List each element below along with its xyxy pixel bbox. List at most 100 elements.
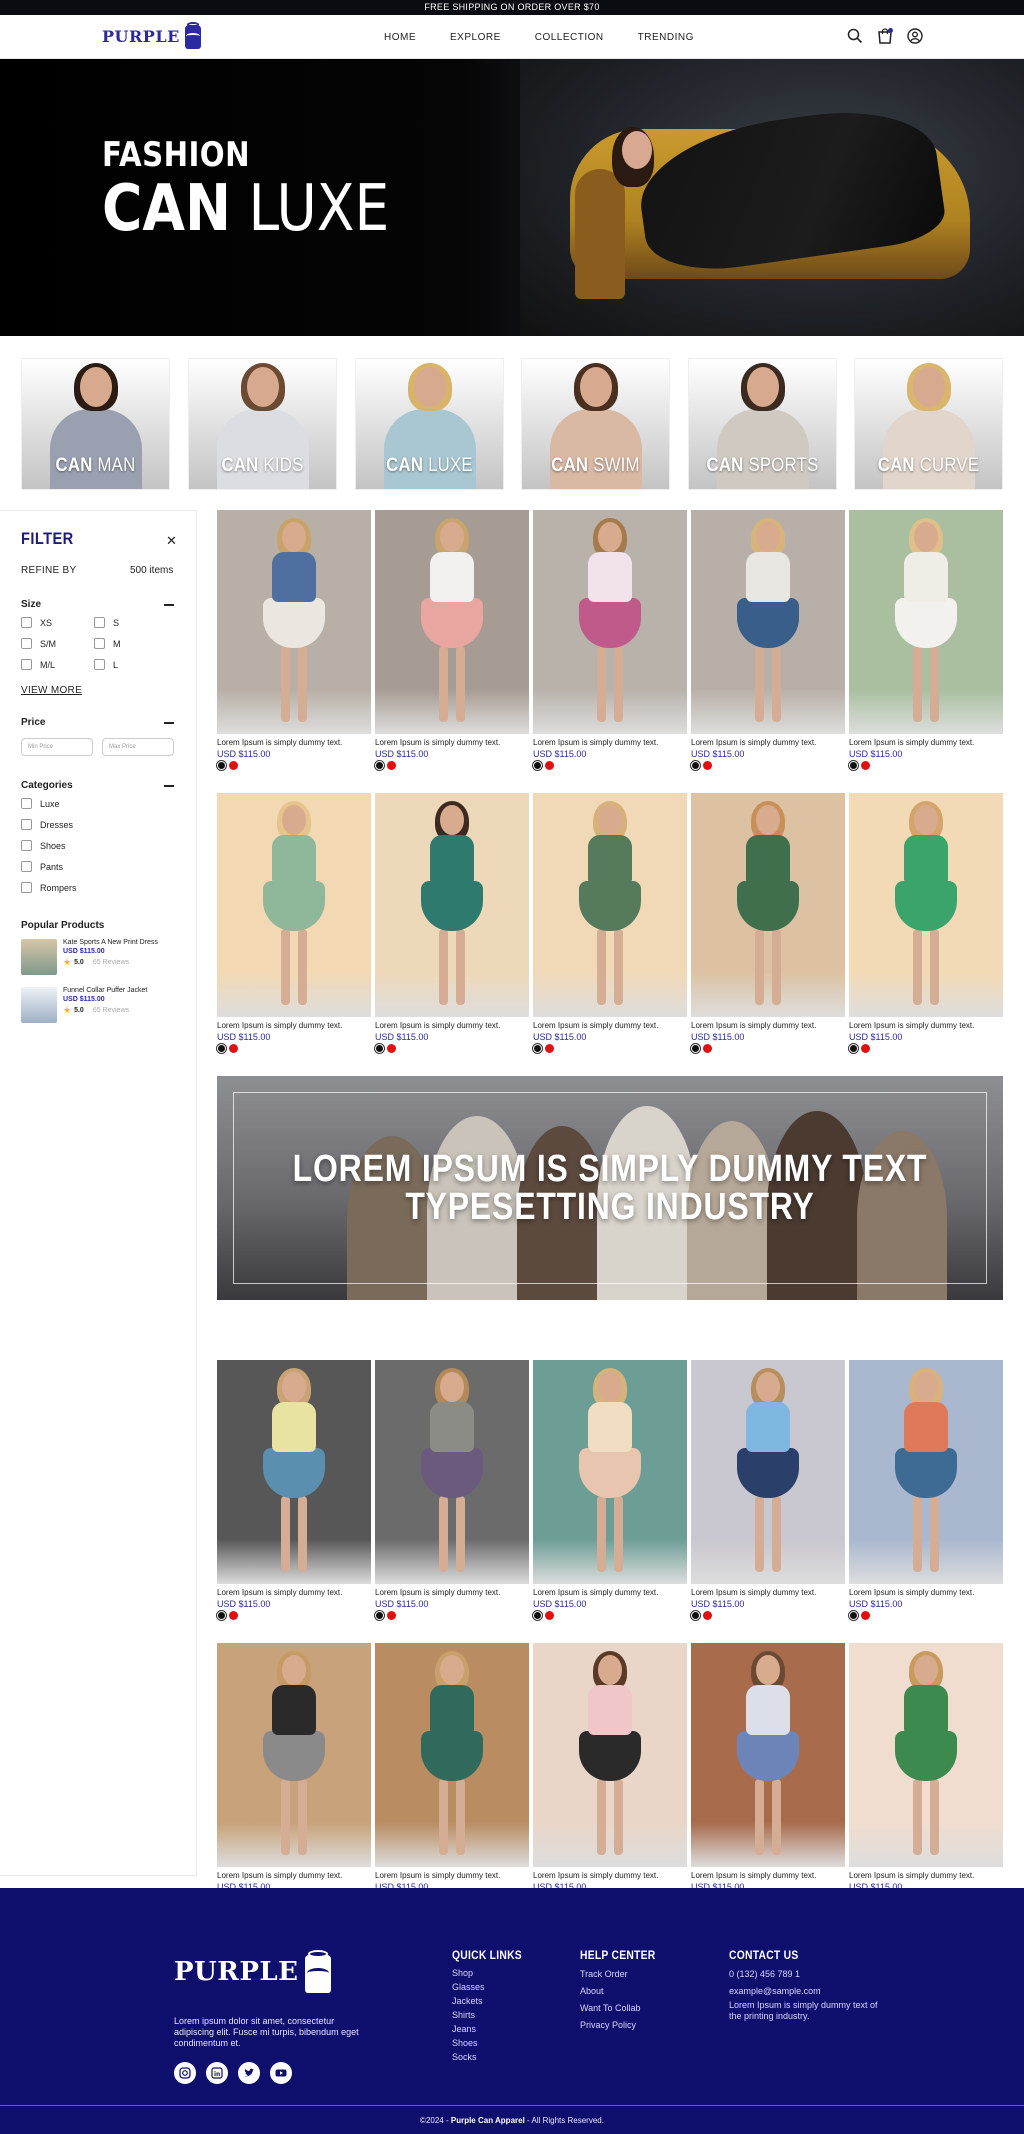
product-image[interactable] [691,1360,845,1584]
product-image[interactable] [533,1360,687,1584]
product-description[interactable]: Lorem Ipsum is simply dummy text. [691,1871,845,1880]
product-image[interactable] [533,510,687,734]
category-option-dresses[interactable]: Dresses [21,819,73,830]
product-card[interactable]: Lorem Ipsum is simply dummy text. USD $11… [533,1643,687,1903]
view-more-link[interactable]: VIEW MORE [21,685,82,696]
footer-link-collab[interactable]: Want To Collab [580,2000,668,2017]
checkbox[interactable] [21,861,32,872]
product-image[interactable] [375,793,529,1017]
size-option-ml[interactable]: M/L [21,659,55,670]
swatch-black[interactable] [375,761,384,770]
product-description[interactable]: Lorem Ipsum is simply dummy text. [691,1021,845,1030]
product-card[interactable]: Lorem Ipsum is simply dummy text. USD $11… [849,793,1003,1053]
swatch-red[interactable] [229,1611,238,1620]
category-tile-kids[interactable]: CAN KIDS [188,358,337,490]
promo-banner[interactable]: LOREM IPSUM IS SIMPLY DUMMY TEXT TYPESET… [217,1076,1003,1300]
swatch-red[interactable] [703,1611,712,1620]
min-price-input[interactable]: Min Price [21,738,93,756]
swatch-black[interactable] [691,1611,700,1620]
swatch-black[interactable] [533,1044,542,1053]
swatch-black[interactable] [691,761,700,770]
product-image[interactable] [849,1360,1003,1584]
product-description[interactable]: Lorem Ipsum is simply dummy text. [375,1588,529,1597]
product-description[interactable]: Lorem Ipsum is simply dummy text. [849,1021,1003,1030]
checkbox[interactable] [21,798,32,809]
swatch-red[interactable] [703,761,712,770]
size-option-sm[interactable]: S/M [21,638,56,649]
product-card[interactable]: Lorem Ipsum is simply dummy text. USD $11… [217,510,371,770]
swatch-black[interactable] [217,1611,226,1620]
swatch-black[interactable] [533,1611,542,1620]
product-description[interactable]: Lorem Ipsum is simply dummy text. [375,738,529,747]
size-option-m[interactable]: M [94,638,121,649]
logo[interactable]: PURPLE [102,21,204,51]
product-description[interactable]: Lorem Ipsum is simply dummy text. [533,1021,687,1030]
swatch-red[interactable] [229,1044,238,1053]
product-card[interactable]: Lorem Ipsum is simply dummy text. USD $11… [849,1643,1003,1903]
nav-home[interactable]: HOME [384,32,416,43]
footer-link-about[interactable]: About [580,1983,668,2000]
swatch-red[interactable] [229,761,238,770]
size-option-xs[interactable]: XS [21,617,52,628]
swatch-red[interactable] [545,761,554,770]
product-image[interactable] [375,1643,529,1867]
product-description[interactable]: Lorem Ipsum is simply dummy text. [217,1871,371,1880]
popular-product[interactable]: Kate Sports A New Print Dress USD $115.0… [21,939,158,975]
product-description[interactable]: Lorem Ipsum is simply dummy text. [849,1588,1003,1597]
checkbox[interactable] [21,638,32,649]
footer-link-jackets[interactable]: Jackets [452,1994,533,2008]
twitter-icon[interactable] [238,2062,260,2084]
category-tile-curve[interactable]: CAN CURVE [854,358,1003,490]
swatch-red[interactable] [545,1611,554,1620]
category-option-pants[interactable]: Pants [21,861,63,872]
product-description[interactable]: Lorem Ipsum is simply dummy text. [375,1871,529,1880]
footer-link-socks[interactable]: Socks [452,2050,533,2064]
size-option-l[interactable]: L [94,659,118,670]
swatch-red[interactable] [387,1044,396,1053]
checkbox[interactable] [21,882,32,893]
nav-collection[interactable]: COLLECTION [535,32,604,43]
category-tile-man[interactable]: CAN MAN [21,358,170,490]
product-description[interactable]: Lorem Ipsum is simply dummy text. [691,1588,845,1597]
search-icon[interactable] [846,27,864,45]
contact-phone[interactable]: 0 (132) 456 789 1 [729,1966,879,1983]
swatch-black[interactable] [849,761,858,770]
swatch-red[interactable] [861,761,870,770]
footer-logo[interactable]: PURPLE [174,1948,336,1996]
checkbox[interactable] [94,617,105,628]
swatch-black[interactable] [375,1044,384,1053]
product-card[interactable]: Lorem Ipsum is simply dummy text. USD $11… [691,510,845,770]
close-icon[interactable]: ✕ [166,533,177,549]
checkbox[interactable] [94,659,105,670]
footer-link-jeans[interactable]: Jeans [452,2022,533,2036]
category-option-luxe[interactable]: Luxe [21,798,60,809]
product-description[interactable]: Lorem Ipsum is simply dummy text. [533,1871,687,1880]
product-image[interactable] [691,793,845,1017]
product-image[interactable] [849,510,1003,734]
swatch-red[interactable] [387,1611,396,1620]
product-description[interactable]: Lorem Ipsum is simply dummy text. [691,738,845,747]
cart-icon[interactable] [876,27,894,45]
price-collapse-icon[interactable] [164,722,174,724]
product-image[interactable] [375,510,529,734]
product-card[interactable]: Lorem Ipsum is simply dummy text. USD $11… [849,1360,1003,1620]
linkedin-icon[interactable]: in [206,2062,228,2084]
swatch-black[interactable] [849,1611,858,1620]
swatch-black[interactable] [217,1044,226,1053]
checkbox[interactable] [21,659,32,670]
category-tile-luxe[interactable]: CAN LUXE [355,358,504,490]
swatch-black[interactable] [217,761,226,770]
product-description[interactable]: Lorem Ipsum is simply dummy text. [217,1588,371,1597]
product-description[interactable]: Lorem Ipsum is simply dummy text. [217,738,371,747]
swatch-red[interactable] [545,1044,554,1053]
product-image[interactable] [691,510,845,734]
swatch-black[interactable] [849,1044,858,1053]
category-option-rompers[interactable]: Rompers [21,882,77,893]
checkbox[interactable] [94,638,105,649]
category-tile-swim[interactable]: CAN SWIM [521,358,670,490]
product-image[interactable] [375,1360,529,1584]
product-image[interactable] [217,510,371,734]
product-card[interactable]: Lorem Ipsum is simply dummy text. USD $11… [375,1360,529,1620]
product-card[interactable]: Lorem Ipsum is simply dummy text. USD $11… [217,1360,371,1620]
product-image[interactable] [217,793,371,1017]
